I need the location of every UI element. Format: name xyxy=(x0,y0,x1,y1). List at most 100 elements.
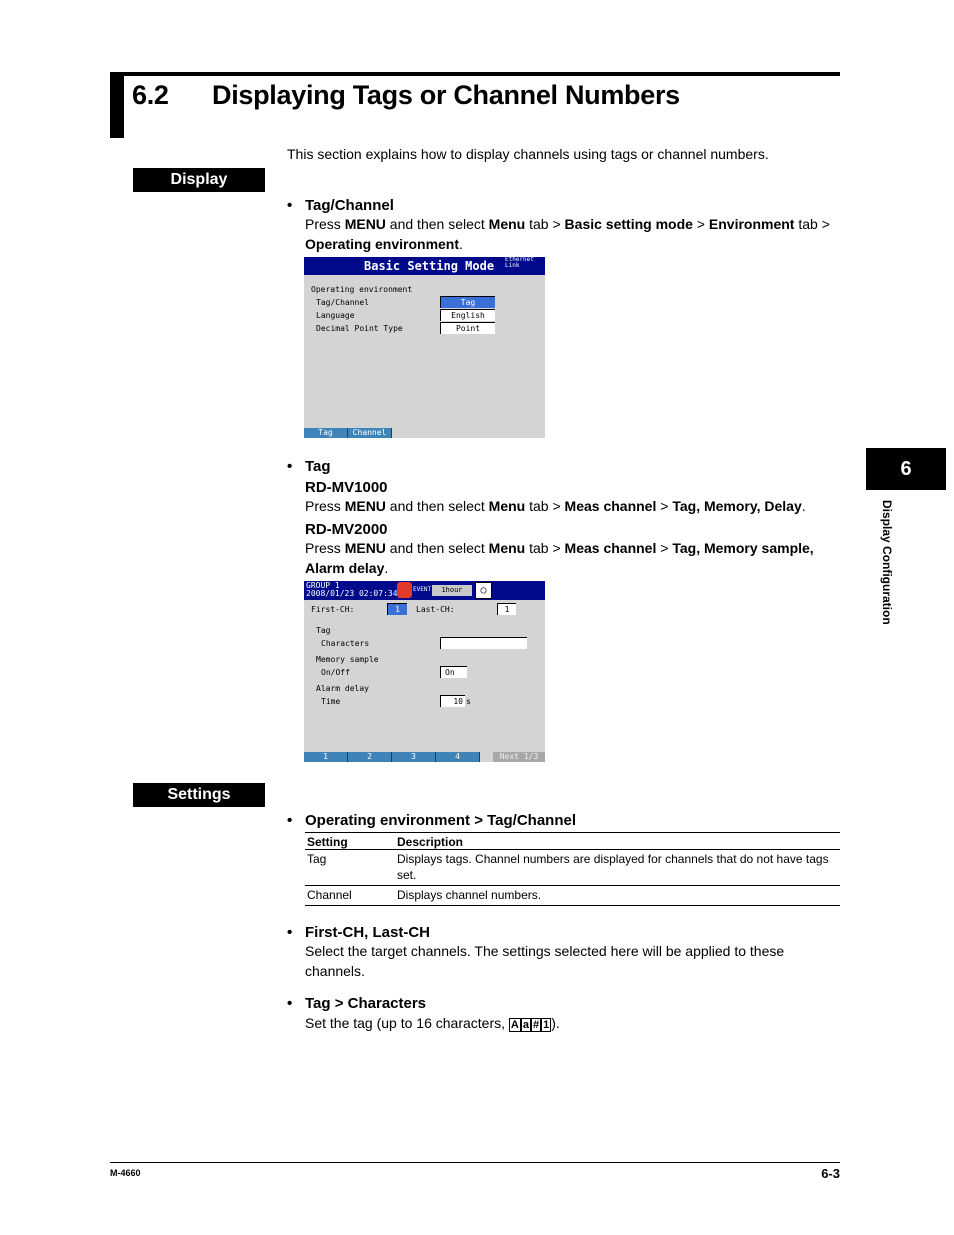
bullet-tag: • Tag xyxy=(287,458,331,475)
first-ch-field[interactable]: 1 xyxy=(387,603,407,615)
text-bold: Basic setting mode xyxy=(564,216,693,232)
softkey-3[interactable]: 3 xyxy=(392,752,436,762)
characters-field[interactable] xyxy=(440,637,527,649)
text: Press xyxy=(305,216,345,232)
text: and then select xyxy=(385,216,489,232)
screen-title: Basic Setting Mode xyxy=(364,259,495,273)
tag-channel-instructions: Press MENU and then select Menu tab > Ba… xyxy=(305,214,840,254)
setting-label: Decimal Point Type xyxy=(316,324,403,333)
text-bold: Meas channel xyxy=(564,498,657,514)
chapter-name: Display Configuration xyxy=(878,500,898,650)
table-row: Channel Displays channel numbers. xyxy=(305,885,840,906)
table-header: Setting Description xyxy=(305,832,840,850)
text-bold: MENU xyxy=(344,540,386,556)
chapter-tab: 6 xyxy=(866,448,946,490)
basic-setting-screen: Basic Setting Mode Ethernet Link Operati… xyxy=(304,257,545,438)
decimal-point-field[interactable]: Point xyxy=(440,322,495,334)
softkey-next[interactable]: Next 1/3 xyxy=(493,752,545,762)
text: tab > xyxy=(794,216,830,232)
text: > xyxy=(656,540,673,556)
bullet-heading: First-CH, Last-CH xyxy=(305,924,431,941)
mv1000-instructions: Press MENU and then select Menu tab > Me… xyxy=(305,496,840,516)
settings-label: Settings xyxy=(133,783,265,807)
ethernet-status: Ethernet Link xyxy=(505,256,534,269)
doc-id: M-4660 xyxy=(110,1168,141,1178)
softkey-2[interactable]: 2 xyxy=(348,752,392,762)
settings-table: Setting Description Tag Displays tags. C… xyxy=(305,832,840,906)
text: . xyxy=(801,498,806,514)
language-field[interactable]: English xyxy=(440,309,495,321)
text-bold: Tag, Memory sample, xyxy=(672,540,814,556)
section-number: 6.2 xyxy=(132,80,169,110)
title-rule xyxy=(110,72,840,76)
setting-cell: Tag xyxy=(305,849,395,886)
text: Set the tag (up to 16 characters, xyxy=(305,1015,509,1031)
text: > xyxy=(692,216,709,232)
text: . xyxy=(459,236,463,252)
disk-icon: ○ xyxy=(475,582,492,599)
softkey-tag[interactable]: Tag xyxy=(304,428,348,438)
time-label: Time xyxy=(321,697,341,706)
mv2000-instructions: Press MENU and then select Menu tab > Me… xyxy=(305,538,840,578)
memory-label: Memory sample xyxy=(316,655,379,664)
softkey-channel[interactable]: Channel xyxy=(348,428,392,438)
table-row: Tag Displays tags. Channel numbers are d… xyxy=(305,849,840,886)
tag-channel-field[interactable]: Tag xyxy=(440,296,495,308)
alarm-icon xyxy=(397,582,412,598)
page-title: 6.2 Displaying Tags or Channel Numbers xyxy=(132,80,680,111)
alarm-delay-label: Alarm delay xyxy=(316,684,369,693)
time-field[interactable]: 10 xyxy=(440,695,465,707)
first-last-text: Select the target channels. The settings… xyxy=(305,943,785,979)
bullet-openv: • Operating environment > Tag/Channel xyxy=(287,812,577,829)
char-type-symbol: # xyxy=(530,1018,542,1032)
text: ). xyxy=(551,1015,560,1031)
onoff-field[interactable]: On xyxy=(440,666,467,678)
text-bold: Menu xyxy=(488,216,526,232)
description-cell: Displays channel numbers. xyxy=(395,885,840,906)
screen-header: GROUP 1 2008/01/23 02:07:34 EVENT 1hour … xyxy=(304,581,545,600)
characters-text: Set the tag (up to 16 characters, Aa #1). xyxy=(305,1013,840,1033)
char-type-number: 1 xyxy=(541,1018,552,1032)
setting-label: Language xyxy=(316,311,355,320)
bullet-first-last: • First-CH, Last-CH xyxy=(287,924,431,941)
setting-cell: Channel xyxy=(305,885,395,906)
first-ch-label: First-CH: xyxy=(311,605,355,614)
screen-header: Basic Setting Mode Ethernet Link xyxy=(304,257,545,275)
text: Press xyxy=(305,498,345,514)
text: tab > xyxy=(525,216,565,232)
footer-rule xyxy=(110,1162,840,1163)
column-header: Description xyxy=(395,832,840,850)
intro-text: This section explains how to display cha… xyxy=(287,146,769,162)
section-title: Displaying Tags or Channel Numbers xyxy=(212,80,680,110)
text-bold: Alarm delay xyxy=(305,560,385,576)
bullet-heading: Tag xyxy=(305,458,331,475)
last-ch-label: Last-CH: xyxy=(416,605,455,614)
tag-label: Tag xyxy=(316,626,331,635)
text-bold: Operating environment xyxy=(305,236,460,252)
text: Press xyxy=(305,540,345,556)
softkey-1[interactable]: 1 xyxy=(304,752,348,762)
characters-label: Characters xyxy=(321,639,370,648)
text-bold: MENU xyxy=(344,498,386,514)
column-header: Setting xyxy=(305,832,395,850)
text-bold: MENU xyxy=(344,216,386,232)
title-bar xyxy=(110,72,124,138)
bullet-tag-channel: • Tag/Channel xyxy=(287,197,394,214)
bullet-heading: Operating environment > Tag/Channel xyxy=(305,812,577,829)
softkey-4[interactable]: 4 xyxy=(436,752,480,762)
char-type-lower: a xyxy=(520,1018,531,1032)
page-number: 6-3 xyxy=(821,1166,840,1181)
text: > xyxy=(656,498,673,514)
interval-display: 1hour xyxy=(432,585,472,596)
onoff-label: On/Off xyxy=(321,668,350,677)
text-bold: Menu xyxy=(488,498,526,514)
datetime: 2008/01/23 02:07:34 xyxy=(306,589,398,598)
model-mv2000: RD-MV2000 xyxy=(305,521,388,538)
text-bold: Tag, Memory, Delay xyxy=(672,498,802,514)
last-ch-field[interactable]: 1 xyxy=(497,603,516,615)
meas-channel-screen: GROUP 1 2008/01/23 02:07:34 EVENT 1hour … xyxy=(304,581,545,762)
text: . xyxy=(384,560,389,576)
text: and then select xyxy=(385,540,489,556)
setting-label: Tag/Channel xyxy=(316,298,369,307)
model-mv1000: RD-MV1000 xyxy=(305,479,388,496)
